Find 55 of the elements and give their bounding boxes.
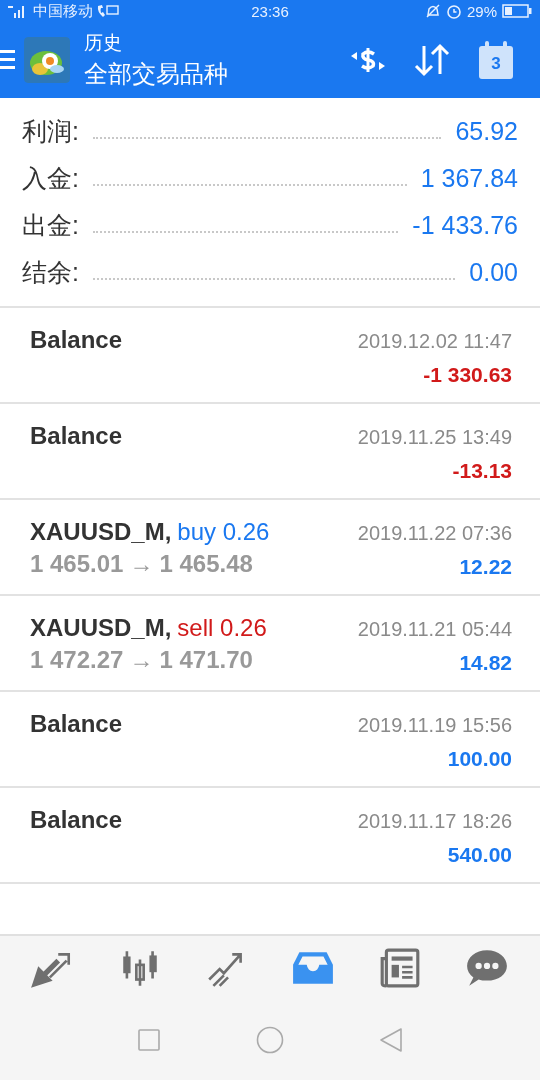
deal-symbol: XAUUSD_M,: [30, 614, 172, 642]
deal-time: 2019.11.19 15:56: [357, 714, 512, 737]
deal-time: 2019.11.21 05:44: [357, 618, 512, 641]
screen-title: 历史: [84, 31, 123, 55]
symbol-filter[interactable]: 全部交易品种: [84, 58, 348, 90]
alarm-icon: [446, 3, 462, 19]
deal-title: Balance: [30, 710, 124, 738]
app-logo-icon: [24, 37, 70, 83]
deal-row[interactable]: XAUUSD_M, sell 0.26 1 472.27 → 1 471.70 2019.11.21 05:44 14.82: [0, 596, 540, 692]
summary-value: 1 367.84: [420, 164, 518, 193]
deal-row[interactable]: XAUUSD_M, buy 0.26 1 465.01 → 1 465.48 2019.11.22 07:36 12.22: [0, 500, 540, 596]
summary-label: 利润:: [22, 116, 79, 147]
calendar-icon[interactable]: [478, 40, 514, 80]
carrier-name: 中国移动: [33, 1, 93, 21]
deal-row[interactable]: Balance 2019.11.19 15:56 100.00: [0, 692, 540, 788]
deal-row[interactable]: Balance 2019.11.25 13:49 -13.13: [0, 404, 540, 500]
summary-value: -1 433.76: [412, 211, 518, 240]
deal-time: 2019.11.17 18:26: [357, 810, 512, 833]
battery-icon: [502, 4, 532, 18]
deal-amount: 14.82: [459, 651, 512, 675]
deal-amount: -1 330.63: [423, 363, 512, 387]
summary-value: 65.92: [455, 117, 518, 146]
open-price: 1 472.27: [30, 646, 124, 674]
deal-row[interactable]: Balance 2019.12.02 11:47 -1 330.63: [0, 308, 540, 404]
close-price: 1 465.48: [159, 550, 253, 578]
battery-percent: 29%: [467, 2, 497, 20]
deal-time: 2019.11.25 13:49: [357, 426, 512, 449]
deal-title: Balance: [30, 326, 124, 354]
deal-order: buy 0.26: [177, 518, 270, 546]
deal-title: Balance: [30, 806, 124, 834]
phone-icon: [96, 4, 120, 18]
mute-icon: [425, 3, 441, 19]
deal-time: 2019.12.02 11:47: [357, 330, 512, 353]
summary-label: 入金:: [22, 163, 79, 194]
summary-label: 出金:: [22, 210, 79, 241]
deal-row[interactable]: Balance 2019.11.17 18:26 540.00: [0, 788, 540, 884]
deal-amount: -13.13: [452, 459, 512, 483]
deal-amount: 540.00: [447, 843, 512, 867]
summary-label: 结余:: [22, 257, 79, 288]
deal-symbol: XAUUSD_M,: [30, 518, 172, 546]
clock-time: 23:36: [250, 2, 290, 20]
calendar-day: 3: [476, 54, 516, 74]
arrow-sign: →: [129, 646, 154, 674]
close-price: 1 471.70: [159, 646, 253, 674]
menu-icon[interactable]: [0, 48, 16, 72]
summary-value: 0.00: [469, 258, 518, 287]
back-icon[interactable]: [378, 1027, 403, 1053]
home-icon[interactable]: [256, 1026, 284, 1054]
deal-amount: 100.00: [447, 747, 512, 771]
deal-time: 2019.11.22 07:36: [357, 522, 512, 545]
open-price: 1 465.01: [30, 550, 124, 578]
deal-amount: 12.22: [459, 555, 512, 579]
deal-order: sell 0.26: [177, 614, 267, 642]
deal-title: Balance: [30, 422, 124, 450]
arrow-sign: →: [129, 550, 154, 578]
